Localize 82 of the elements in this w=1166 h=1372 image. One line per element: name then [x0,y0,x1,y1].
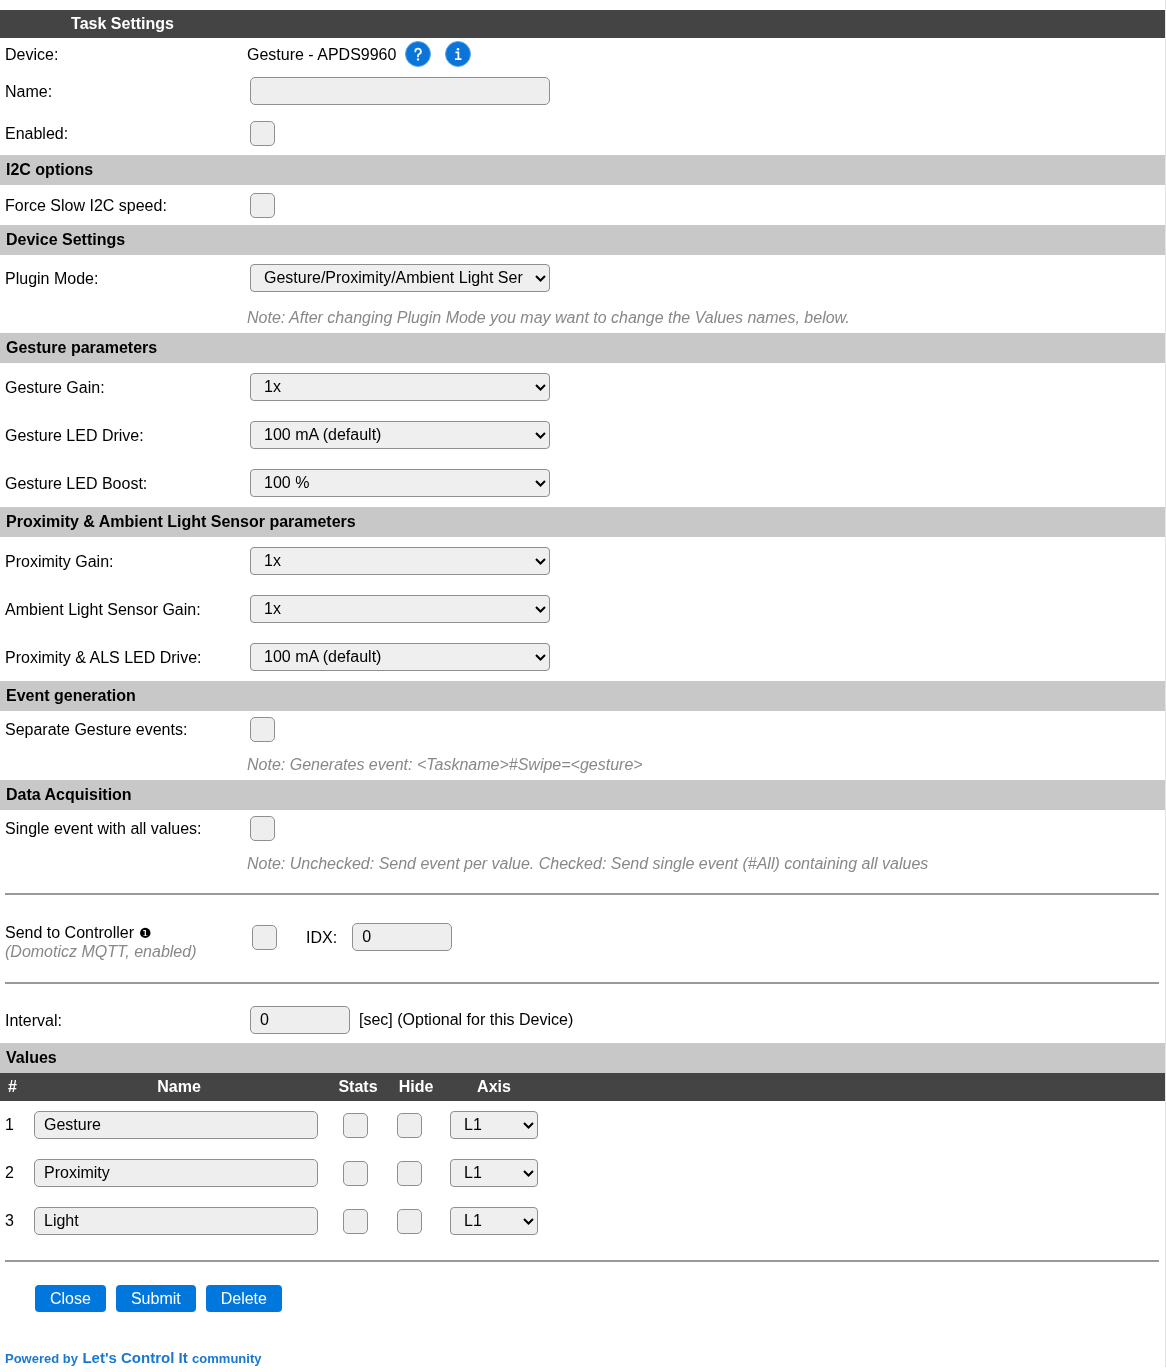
row-number: 1 [5,1116,14,1134]
field-label: Enabled: [5,124,69,143]
chevron-down-icon [535,431,546,439]
chevron-down-icon [535,605,546,613]
checkbox[interactable] [250,717,275,742]
interval-field[interactable]: 0 [250,1006,350,1034]
field-label: Gesture LED Boost: [5,473,148,493]
interval-unit: [sec] (Optional for this Device) [359,1011,574,1029]
note-text: Note: Unchecked: Send event per value. Checked: Send single event (#All) containing all values [247,853,929,873]
device-name: Gesture - APDS9960 [247,44,397,64]
action-button[interactable]: Delete [205,1285,282,1312]
text-field[interactable] [250,77,550,105]
dropdown[interactable]: 100 mA (default) [250,643,550,671]
chevron-down-icon [523,1217,534,1225]
dropdown[interactable]: 1x [250,595,550,623]
controller-detail: (Domoticz MQTT, enabled) [5,942,197,961]
chevron-down-icon [535,383,546,391]
footnote-marker: ❶ [138,924,152,941]
field-label: Ambient Light Sensor Gain: [5,599,201,619]
help-icon[interactable] [405,41,432,67]
section-heading: Data Acquisition [0,780,1165,810]
chevron-down-icon [535,557,546,565]
column-header: Stats [338,1078,378,1096]
field-label: Device: [5,44,59,64]
section-heading: Event generation [0,681,1165,711]
checkbox[interactable] [250,121,275,146]
dropdown[interactable]: 100 mA (default) [250,421,550,449]
column-header: # [8,1078,17,1096]
field-label: Proximity & ALS LED Drive: [5,647,202,667]
title-bar: Task Settings [0,10,1165,38]
column-header: Hide [398,1078,434,1096]
dropdown[interactable]: Gesture/Proximity/Ambient Light Ser [250,264,550,292]
column-header: Name [157,1078,201,1096]
idx-label: IDX: [306,927,338,947]
chevron-down-icon [523,1169,534,1177]
value-name-field[interactable]: Proximity [34,1159,318,1187]
value-name-field[interactable]: Light [34,1207,318,1235]
checkbox[interactable] [397,1112,422,1138]
column-header: Axis [477,1078,511,1096]
field-label: Plugin Mode: [5,268,99,288]
field-label: Name: [5,81,53,101]
axis-dropdown[interactable]: L1 [450,1159,538,1187]
checkbox[interactable] [250,192,275,218]
section-heading: Values [0,1043,1165,1073]
chevron-down-icon [535,479,546,487]
action-button[interactable]: Submit [115,1285,196,1312]
checkbox[interactable] [252,924,277,950]
chevron-down-icon [523,1121,534,1129]
chevron-down-icon [535,274,546,282]
field-label: Send to Controller [5,923,134,942]
idx-field[interactable]: 0 [352,923,453,951]
field-label: Single event with all values: [5,819,202,838]
checkbox[interactable] [343,1112,368,1138]
row-number: 2 [5,1164,14,1182]
note-text: Note: Generates event: <Taskname>#Swipe=<gesture> [247,754,643,774]
field-label: Interval: [5,1010,62,1030]
chevron-down-icon [535,653,546,661]
field-label: Proximity Gain: [5,551,114,571]
checkbox[interactable] [397,1160,422,1186]
dropdown[interactable]: 1x [250,373,550,401]
checkbox[interactable] [250,816,275,841]
section-heading: Gesture parameters [0,333,1165,363]
checkbox[interactable] [343,1208,368,1234]
note-text: Note: After changing Plugin Mode you may want to change the Values names, below. [247,307,850,327]
row-number: 3 [5,1212,14,1230]
info-icon[interactable] [445,41,472,67]
field-label: Separate Gesture events: [5,720,188,739]
action-button[interactable]: Close [35,1285,106,1312]
field-label: Gesture LED Drive: [5,425,144,445]
section-heading: Device Settings [0,225,1165,255]
dropdown[interactable]: 100 % [250,469,550,497]
section-heading: I2C options [0,155,1165,185]
section-heading: Proximity & Ambient Light Sensor parameters [0,507,1165,537]
powered-by-link[interactable]: Powered by Let's Control It community [5,1350,262,1367]
axis-dropdown[interactable]: L1 [450,1207,538,1235]
checkbox[interactable] [343,1160,368,1186]
axis-dropdown[interactable]: L1 [450,1111,538,1139]
dropdown[interactable]: 1x [250,547,550,575]
field-label: Force Slow I2C speed: [5,195,167,215]
field-label: Gesture Gain: [5,377,105,397]
value-name-field[interactable]: Gesture [34,1111,318,1139]
checkbox[interactable] [397,1208,422,1234]
